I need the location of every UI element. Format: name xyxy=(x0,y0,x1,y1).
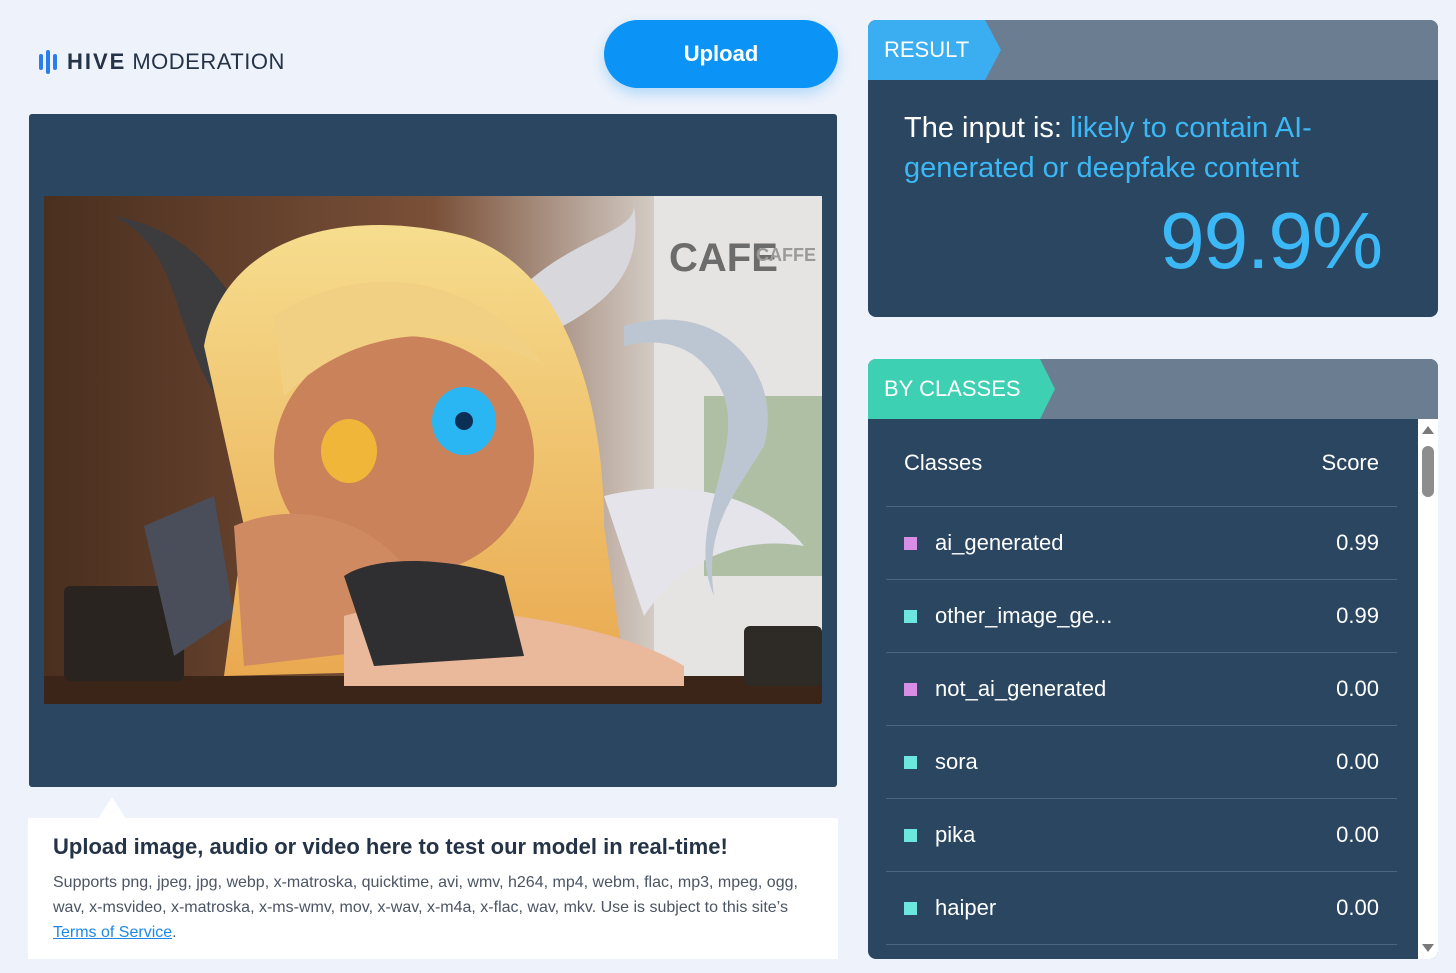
class-name: not_ai_generated xyxy=(935,676,1107,701)
classes-card-header: BY CLASSES xyxy=(868,359,1438,419)
result-card: RESULT The input is: likely to contain A… xyxy=(868,20,1438,317)
preview-panel[interactable]: CAFE CAFFE xyxy=(29,114,837,787)
upload-info-body: Supports png, jpeg, jpg, webp, x-matrosk… xyxy=(53,870,813,945)
classes-tag: BY CLASSES xyxy=(868,359,1055,419)
classes-table[interactable]: Classes Score ai_generated 0.99 other_im… xyxy=(886,419,1397,945)
result-tag: RESULT xyxy=(868,20,1001,80)
class-name: sora xyxy=(935,749,978,774)
class-score: 0.99 xyxy=(1336,530,1379,555)
scrollbar-thumb[interactable] xyxy=(1422,446,1434,497)
brand-light: MODERATION xyxy=(132,49,285,74)
hive-bars-icon xyxy=(39,50,57,74)
header-classes: Classes xyxy=(904,449,983,475)
brand-logo[interactable]: HIVE MODERATION xyxy=(39,49,285,75)
table-row: not_ai_generated 0.00 xyxy=(886,653,1397,726)
classes-scrollbar[interactable] xyxy=(1418,419,1438,959)
scroll-down-arrow-icon[interactable] xyxy=(1422,944,1434,952)
supported-formats-text: Supports png, jpeg, jpg, webp, x-matrosk… xyxy=(53,874,798,916)
table-row: sora 0.00 xyxy=(886,726,1397,799)
result-prefix: The input is: xyxy=(904,112,1071,144)
class-color-swatch xyxy=(904,682,917,696)
terms-of-service-link[interactable]: Terms of Service xyxy=(53,924,172,941)
upload-info-box: Upload image, audio or video here to tes… xyxy=(28,818,838,959)
info-pointer xyxy=(98,797,126,819)
class-color-swatch xyxy=(904,755,917,769)
table-row: other_image_ge... 0.99 xyxy=(886,580,1397,653)
class-color-swatch xyxy=(904,536,917,550)
scroll-up-arrow-icon[interactable] xyxy=(1422,426,1434,434)
brand-bold: HIVE xyxy=(67,49,127,74)
class-color-swatch xyxy=(904,901,917,915)
result-statement: The input is: likely to contain AI-gener… xyxy=(904,108,1374,188)
table-row: pika 0.00 xyxy=(886,799,1397,872)
class-name: pika xyxy=(935,822,976,847)
anime-illustration: CAFE CAFFE xyxy=(44,196,822,704)
brand-name: HIVE MODERATION xyxy=(67,49,285,75)
upload-info-title: Upload image, audio or video here to tes… xyxy=(53,834,728,859)
class-name: other_image_ge... xyxy=(935,603,1113,628)
cafe-sign-small: CAFFE xyxy=(756,245,816,265)
table-row: ai_generated 0.99 xyxy=(886,507,1397,580)
class-name: haiper xyxy=(935,895,997,920)
header-score: Score xyxy=(1321,449,1379,475)
class-color-swatch xyxy=(904,828,917,842)
class-score: 0.99 xyxy=(1336,603,1379,628)
table-row: haiper 0.00 xyxy=(886,872,1397,945)
uploaded-image-preview: CAFE CAFFE xyxy=(44,196,822,704)
class-score: 0.00 xyxy=(1336,749,1379,774)
class-name: ai_generated xyxy=(935,530,1064,555)
class-score: 0.00 xyxy=(1336,895,1379,920)
class-score: 0.00 xyxy=(1336,676,1379,701)
upload-button[interactable]: Upload xyxy=(604,20,838,88)
classes-card: BY CLASSES Classes Score ai_generated 0.… xyxy=(868,359,1438,959)
class-score: 0.00 xyxy=(1336,822,1379,847)
classes-table-header: Classes Score xyxy=(886,419,1397,507)
result-card-header: RESULT xyxy=(868,20,1438,80)
result-percentage: 99.9% xyxy=(1160,196,1383,285)
info-tail: . xyxy=(172,924,177,941)
class-color-swatch xyxy=(904,609,917,623)
